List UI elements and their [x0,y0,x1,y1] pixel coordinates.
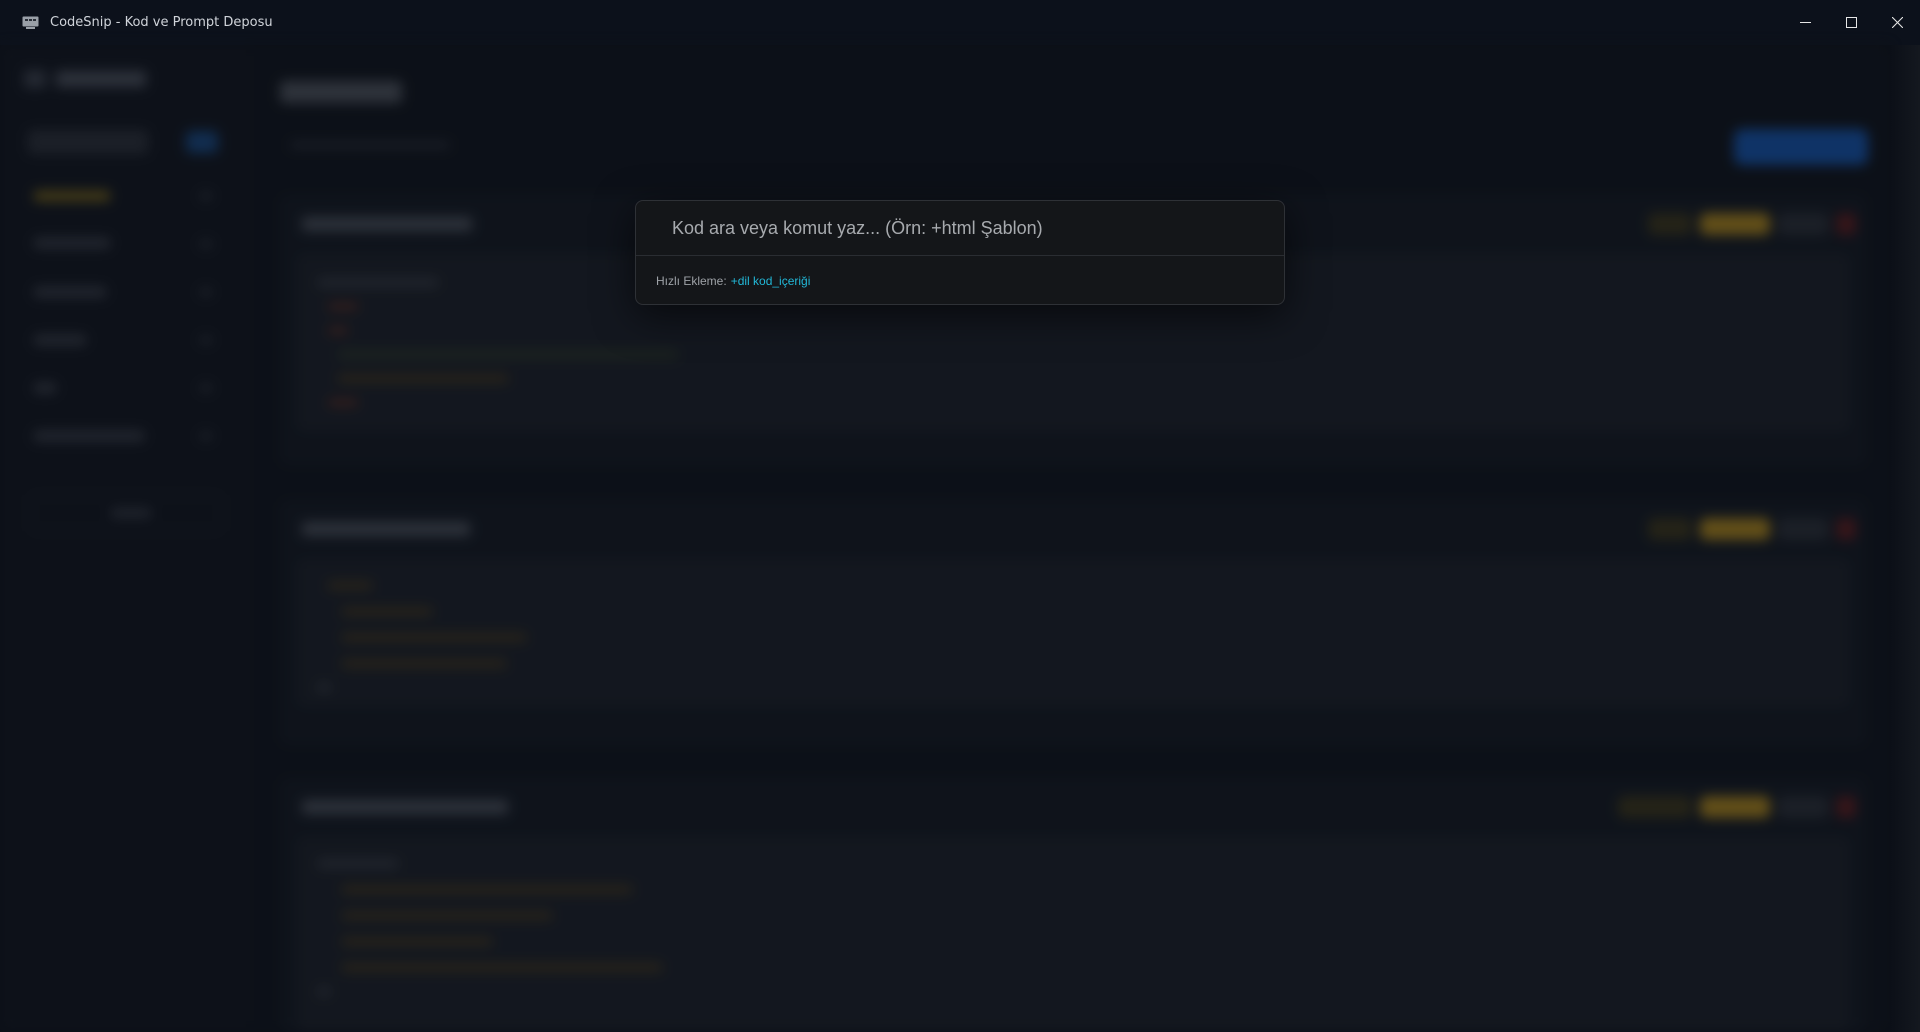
app-background [0,45,1920,1032]
new-snippet-button [1734,129,1868,165]
sidebar-item [34,431,144,441]
main-area [250,45,1890,1032]
quick-add-hint: Hızlı Ekleme: +dil kod_içeriği [656,274,810,288]
command-palette: Hızlı Ekleme:+dil kod_içeriği [635,200,1285,305]
sidebar-item [34,335,86,345]
minimize-icon [1799,22,1811,23]
sidebar-item [34,191,110,201]
quick-add-label: Hızlı Ekleme: [656,274,727,288]
logo [24,67,154,91]
close-button[interactable] [1874,0,1920,45]
maximize-button[interactable] [1828,0,1874,45]
app-icon [22,16,39,30]
page-subtitle [290,141,450,149]
sidebar-item [34,238,110,248]
window-edge-shadow [1890,45,1920,1032]
sidebar-item [34,287,106,297]
page-title [280,81,402,103]
close-icon [1891,17,1903,28]
sidebar-search [28,130,148,154]
snippet-card [280,500,1866,745]
title-bar: CodeSnip - Kod ve Prompt Deposu [0,0,1920,45]
minimize-button[interactable] [1782,0,1828,45]
maximize-icon [1845,17,1857,28]
sidebar [0,45,250,1032]
command-search-input[interactable] [636,201,1284,256]
snippet-card [280,778,1866,1032]
window-controls [1782,0,1920,45]
quick-add-syntax: +dil kod_içeriği [730,274,811,288]
sidebar-add-button [186,131,218,153]
sidebar-button [30,495,222,531]
sidebar-item [34,383,56,393]
window-title: CodeSnip - Kod ve Prompt Deposu [50,15,273,30]
